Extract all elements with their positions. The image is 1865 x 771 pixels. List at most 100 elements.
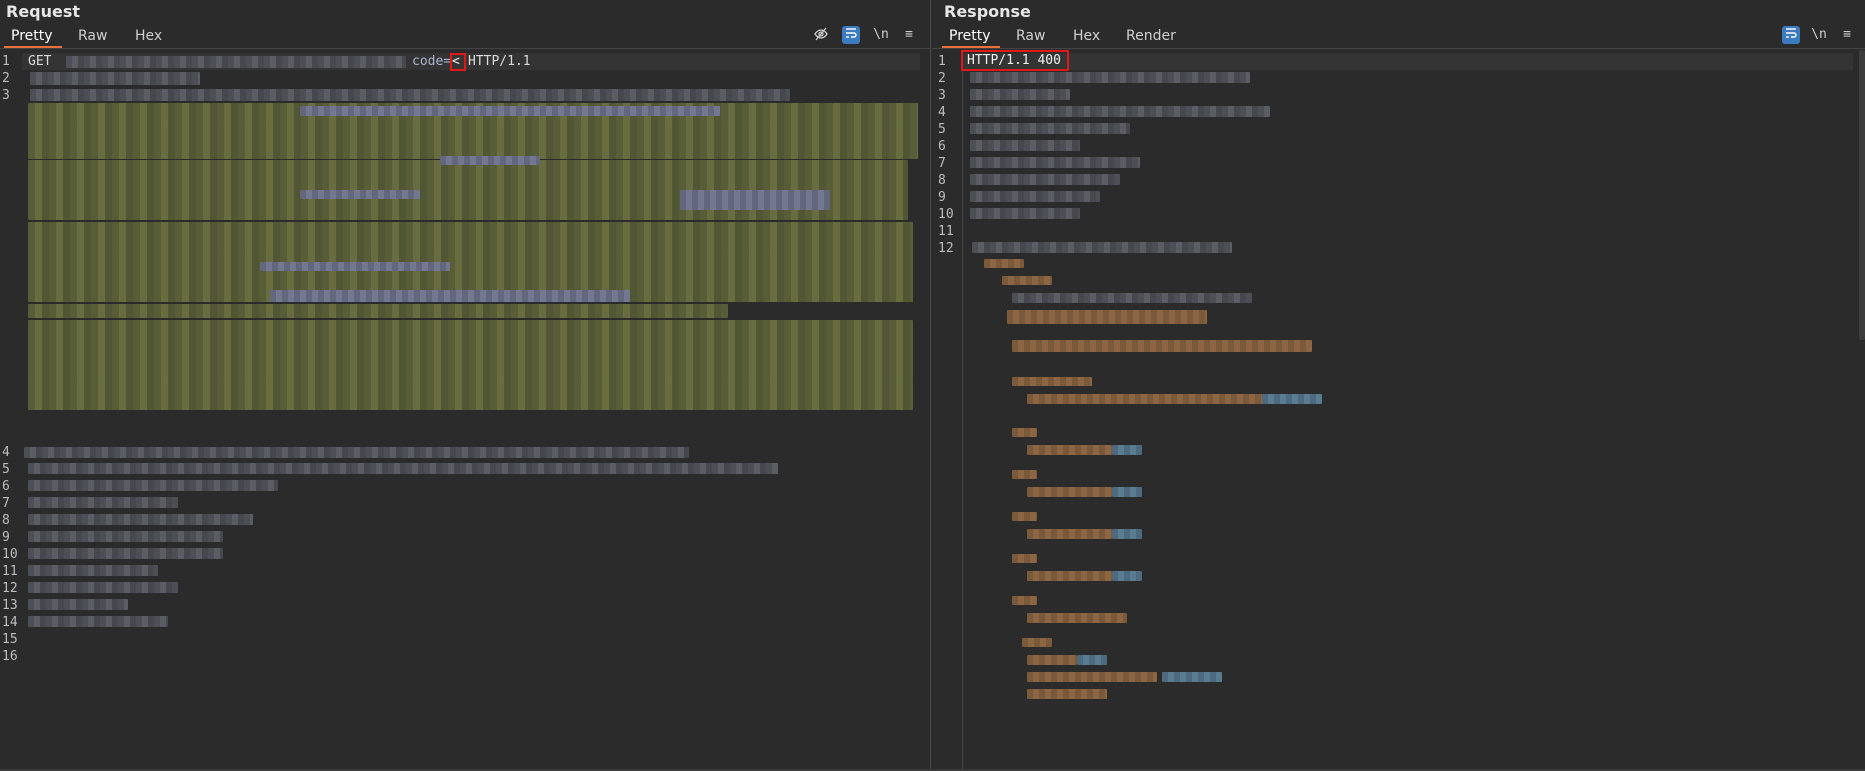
line-number: 15 [2, 632, 18, 647]
line-number: 11 [938, 224, 954, 239]
redacted-header [30, 72, 200, 85]
redacted-segment [680, 190, 830, 210]
redacted-header [970, 191, 1100, 202]
line-number: 9 [938, 190, 946, 205]
redacted-body [1027, 613, 1127, 623]
redacted-body [1112, 445, 1142, 455]
redacted-segment [300, 106, 720, 116]
redacted-header [28, 463, 778, 474]
request-tabs: Pretty Raw Hex [0, 24, 930, 49]
redacted-body [984, 259, 1024, 268]
line-number: 3 [2, 88, 10, 103]
tab-pretty[interactable]: Pretty [949, 28, 991, 48]
tab-hex[interactable]: Hex [135, 28, 162, 48]
response-editor[interactable]: 1 2 3 4 5 6 7 8 9 10 11 12 HTTP/1.1 400 [932, 50, 1865, 771]
line-number: 1 [2, 54, 10, 69]
redacted-body [1077, 655, 1107, 665]
redacted-header [28, 480, 278, 491]
tab-pretty[interactable]: Pretty [11, 28, 53, 48]
redacted-header [30, 89, 790, 101]
line-number: 2 [938, 71, 946, 86]
redacted-header [970, 140, 1080, 151]
redacted-body [1027, 672, 1157, 682]
http-version: HTTP/1.1 [468, 54, 531, 69]
redacted-body [1112, 487, 1142, 497]
redacted-segment [440, 156, 540, 165]
response-title: Response [944, 2, 1031, 21]
newline-icon[interactable]: \n [872, 26, 890, 44]
line-number: 6 [938, 139, 946, 154]
line-number: 5 [938, 122, 946, 137]
active-tab-indicator [4, 46, 62, 48]
redacted-body [1027, 529, 1112, 539]
status-line: HTTP/1.1 400 [967, 53, 1061, 68]
redacted-header [28, 582, 178, 593]
line-number: 14 [2, 615, 18, 630]
query-param: code= [412, 54, 452, 69]
line-number: 11 [2, 564, 18, 579]
redacted-header [970, 174, 1120, 185]
request-title: Request [6, 2, 81, 21]
tab-render[interactable]: Render [1126, 28, 1176, 48]
wrap-icon[interactable] [1782, 26, 1800, 44]
line-number: 13 [2, 598, 18, 613]
line-number: 7 [2, 496, 10, 511]
tab-raw[interactable]: Raw [1016, 28, 1045, 48]
redacted-body [1027, 689, 1107, 699]
response-scrollbar[interactable] [1859, 50, 1865, 340]
redacted-body [1162, 672, 1222, 682]
line-number: 5 [2, 462, 10, 477]
redacted-body [1012, 293, 1252, 303]
redacted-body [1012, 512, 1037, 521]
request-gutter: 1 2 3 4 5 6 7 8 9 10 11 12 13 14 15 16 [0, 50, 22, 771]
redacted-body [1012, 470, 1037, 479]
redacted-body [1112, 571, 1142, 581]
line-number: 3 [938, 88, 946, 103]
newline-icon[interactable]: \n [1810, 26, 1828, 44]
redacted-body [1012, 377, 1092, 386]
eye-off-icon[interactable] [812, 26, 830, 44]
redacted-body [1012, 428, 1037, 437]
line-number: 16 [2, 649, 18, 664]
request-editor[interactable]: 1 2 3 4 5 6 7 8 9 10 11 12 13 14 15 16 G… [0, 50, 930, 771]
redacted-header [28, 616, 168, 627]
line-number: 4 [938, 105, 946, 120]
line-number: 12 [2, 581, 18, 596]
redacted-header [970, 72, 1250, 83]
line-number: 7 [938, 156, 946, 171]
response-gutter: 1 2 3 4 5 6 7 8 9 10 11 12 [932, 50, 963, 771]
tab-raw[interactable]: Raw [78, 28, 107, 48]
line-number: 10 [2, 547, 18, 562]
redacted-body [1022, 638, 1052, 647]
line-number: 9 [2, 530, 10, 545]
wrap-icon[interactable] [842, 26, 860, 44]
line-number: 10 [938, 207, 954, 222]
redacted-segment [300, 190, 420, 199]
response-tabs: Pretty Raw Hex Render [932, 24, 1865, 49]
line-number: 8 [2, 513, 10, 528]
menu-icon[interactable]: ≡ [900, 26, 918, 44]
line-number: 4 [2, 445, 10, 460]
payload-char: < [452, 54, 460, 69]
redacted-body [1027, 487, 1112, 497]
active-tab-indicator [942, 46, 1000, 48]
redacted-header [28, 514, 253, 525]
redacted-body [972, 242, 1232, 253]
redacted-header [28, 565, 158, 576]
redacted-body [1012, 554, 1037, 563]
redacted-header [28, 599, 128, 610]
redacted-header [28, 548, 223, 559]
menu-icon[interactable]: ≡ [1838, 26, 1856, 44]
redacted-header [28, 497, 178, 508]
redacted-segment [270, 290, 630, 302]
request-method: GET [28, 54, 52, 69]
tab-hex[interactable]: Hex [1073, 28, 1100, 48]
redacted-cookie-block [28, 304, 728, 318]
redacted-body [1027, 394, 1287, 404]
redacted-body [1262, 394, 1322, 404]
redacted-header [970, 157, 1140, 168]
current-line-highlight [963, 53, 1853, 70]
line-number: 1 [938, 54, 946, 69]
redacted-cookie-block [28, 320, 913, 410]
response-pane: Response Pretty Raw Hex Render \n ≡ 1 2 … [932, 0, 1865, 771]
